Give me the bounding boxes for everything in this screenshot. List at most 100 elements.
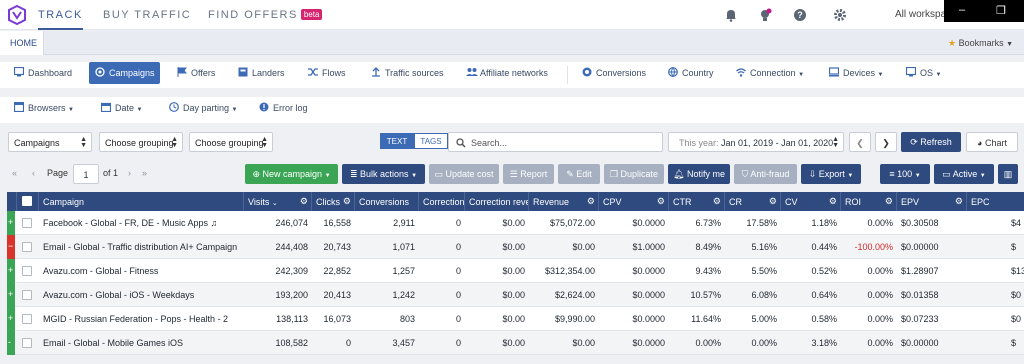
column-header-correction-revenue[interactable]: Correction reve [465,192,529,211]
search-input[interactable]: Search... [448,132,663,152]
export-button[interactable]: ⇩ Export ▼ [801,164,861,184]
nav-traffic-sources[interactable]: Traffic sources [365,62,450,84]
nav-campaigns[interactable]: Campaigns [89,62,160,84]
nav-conversions[interactable]: Conversions [576,62,652,84]
gear-icon[interactable]: ⚙ [829,196,837,207]
nav-error-log[interactable]: Error log [253,97,314,119]
table-row[interactable]: + Facebook - Global - FR, DE - Music Apps… [7,211,1024,235]
nav-connection[interactable]: Connection ▼ [730,62,810,84]
bell-icon[interactable] [724,8,738,22]
row-checkbox[interactable] [22,218,32,228]
lightbulb-icon[interactable] [758,8,772,22]
workspace-selector[interactable]: All workspa [895,9,946,20]
nav-affiliate-networks[interactable]: Affiliate networks [460,62,554,84]
select-all-checkbox[interactable] [17,192,39,211]
help-icon[interactable]: ? [793,8,807,22]
nav-os[interactable]: OS ▼ [900,62,947,84]
date-prev-button[interactable]: ❮ [849,132,871,152]
column-header-cv[interactable]: CV ⚙ [781,192,841,211]
column-header-epc[interactable]: EPC [967,192,1024,211]
topnav-buy-traffic[interactable]: BUY TRAFFIC [103,9,191,21]
table-row[interactable]: + Avazu.com - Global - Fitness 242,309 22,8… [7,259,1024,283]
columns-button[interactable]: ▥ [998,164,1018,184]
row-checkbox[interactable] [22,290,32,300]
cell-campaign[interactable]: MGID - Russian Federation - Pops - Healt… [43,314,243,324]
column-header-clicks[interactable]: Clicks ⚙ [312,192,355,211]
cell-campaign[interactable]: Avazu.com - Global - iOS - Weekdays [43,290,243,300]
gear-icon[interactable]: ⚙ [657,196,665,207]
first-page-icon[interactable]: « [12,168,17,178]
column-header-visits[interactable]: Visits ⌄ ⚙ [244,192,312,211]
expand-toggle[interactable]: − [8,241,13,251]
status-stripe[interactable]: + [7,211,15,235]
column-header-conversions[interactable]: Conversions [355,192,419,211]
restore-button[interactable]: ❐ [996,4,1006,17]
column-header-epv[interactable]: EPV ⚙ [897,192,967,211]
table-row[interactable]: + MGID - Russian Federation - Pops - Heal… [7,307,1024,331]
gear-icon[interactable]: ⚙ [713,196,721,207]
topnav-track[interactable]: TRACK [38,9,83,30]
nav-offers[interactable]: Offers [171,62,221,84]
expand-toggle[interactable]: + [8,265,13,275]
status-stripe[interactable]: − [7,235,15,259]
expand-toggle[interactable]: + [8,289,13,299]
gear-icon[interactable]: ⚙ [769,196,777,207]
nav-landers[interactable]: Landers [232,62,291,84]
expand-toggle[interactable]: - [8,337,11,347]
gear-icon[interactable]: ⚙ [343,196,351,207]
cell-campaign[interactable]: Email - Global - Mobile Games iOS [43,338,243,348]
gear-icon[interactable]: ⚙ [885,196,893,207]
grouping-select-1[interactable]: Choose grouping ▲ ▼ [99,132,183,152]
status-stripe[interactable]: - [7,331,15,355]
gear-icon[interactable]: ⚙ [587,196,595,207]
column-header-ctr[interactable]: CTR ⚙ [669,192,725,211]
bulk-actions-button[interactable]: ≣ Bulk actions ▼ [342,164,425,184]
nav-date[interactable]: Date ▼ [95,97,148,119]
expand-toggle[interactable]: + [8,217,13,227]
refresh-button[interactable]: ⟳ Refresh [901,132,961,152]
row-checkbox[interactable] [22,314,32,324]
column-header-cr[interactable]: CR ⚙ [725,192,781,211]
table-row[interactable]: + Avazu.com - Global - iOS - Weekdays 193,… [7,283,1024,307]
nav-devices[interactable]: Devices ▼ [823,62,889,84]
logo-icon[interactable] [8,5,26,25]
chart-button[interactable]: ◕ Chart [966,132,1018,152]
table-row[interactable]: - Email - Global - Mobile Games iOS 108,58… [7,331,1024,355]
bookmarks-menu[interactable]: ★ Bookmarks ▼ [948,38,1013,49]
status-stripe[interactable]: + [7,307,15,331]
topnav-find-offers[interactable]: FIND OFFERS beta [208,9,323,21]
per-page-select[interactable]: ≡ 100 ▼ [880,164,930,184]
nav-browsers[interactable]: Browsers ▼ [8,97,80,119]
column-header-cpv[interactable]: CPV ⚙ [599,192,669,211]
cell-campaign[interactable]: Email - Global - Traffic distribution AI… [43,242,243,252]
nav-country[interactable]: Country [662,62,720,84]
row-checkbox[interactable] [22,266,32,276]
last-page-icon[interactable]: » [142,168,147,178]
page-input[interactable]: 1 [73,164,99,184]
column-header-campaign[interactable]: Campaign [39,192,244,211]
column-header-correction[interactable]: Correction [419,192,465,211]
nav-dashboard[interactable]: Dashboard [8,62,78,84]
minimize-button[interactable]: – [959,4,965,16]
next-page-icon[interactable]: › [128,168,131,178]
prev-page-icon[interactable]: ‹ [32,168,35,178]
search-mode-text[interactable]: TEXT [380,133,414,149]
column-header-revenue[interactable]: Revenue ⚙ [529,192,599,211]
cell-campaign[interactable]: Avazu.com - Global - Fitness [43,266,243,276]
date-range-picker[interactable]: This year: Jan 01, 2019 - Jan 01, 2020 ▲ ▼ [668,132,844,152]
status-filter-select[interactable]: ▭ Active ▼ [934,164,994,184]
row-checkbox[interactable] [22,338,32,348]
new-campaign-button[interactable]: ⊕ New campaign ▼ [245,164,338,184]
status-stripe[interactable]: + [7,259,15,283]
table-row[interactable]: − Email - Global - Traffic distribution A… [7,235,1024,259]
expand-toggle[interactable]: + [8,313,13,323]
column-header-roi[interactable]: ROI ⚙ [841,192,897,211]
grouping-select-2[interactable]: Choose grouping ▲ ▼ [189,132,273,152]
notify-me-button[interactable]: 🔔︎ Notify me [668,164,730,184]
tab-home[interactable]: HOME [0,31,44,55]
report-button[interactable]: ☰ Report [503,164,554,184]
gear-icon[interactable]: ⚙ [300,196,308,207]
update-cost-button[interactable]: ▭ Update cost [429,164,499,184]
duplicate-button[interactable]: ❐ Duplicate [604,164,664,184]
cell-campaign[interactable]: Facebook - Global - FR, DE - Music Apps … [43,218,243,228]
